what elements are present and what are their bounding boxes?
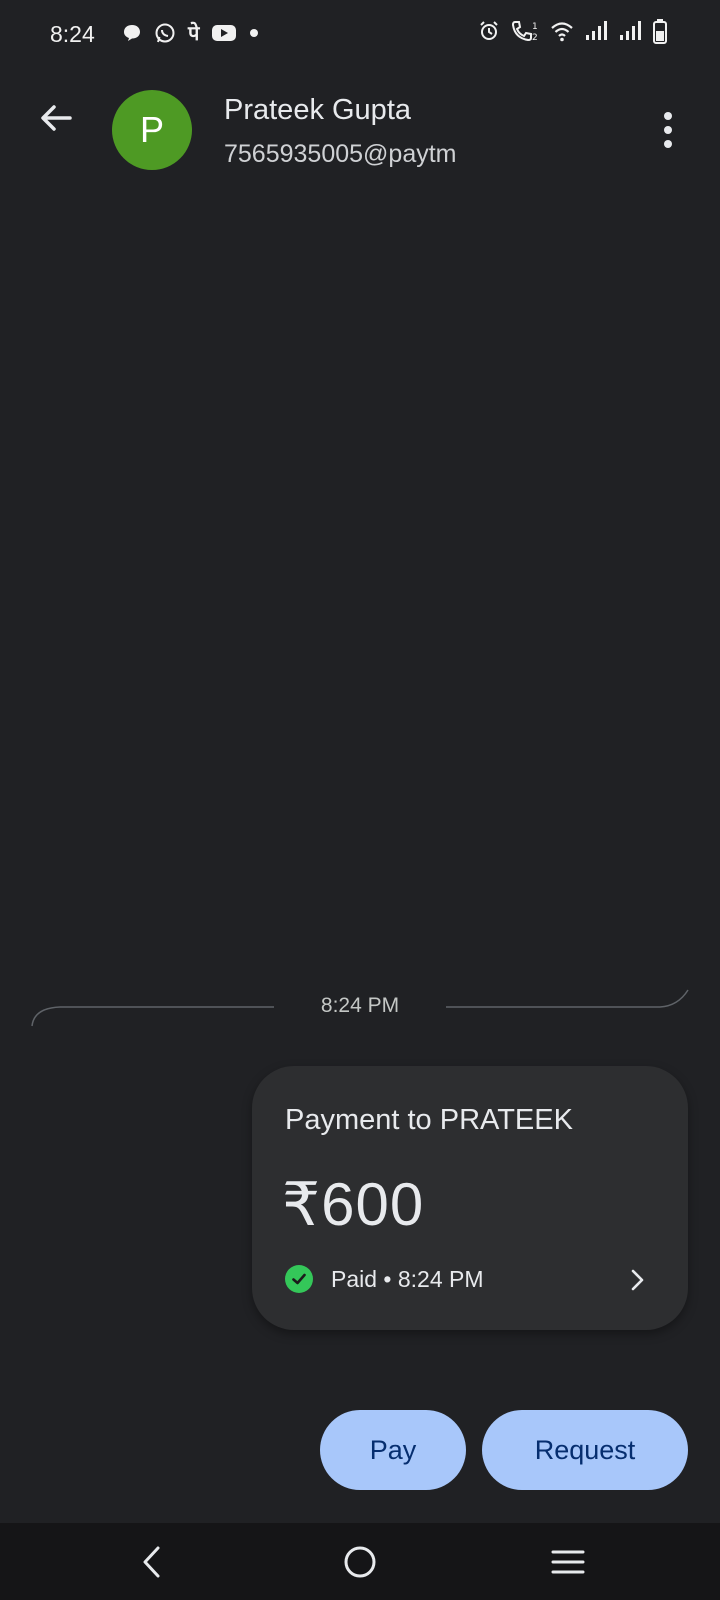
payment-card[interactable]: Payment to PRATEEK ₹600 Paid • 8:24 PM	[252, 1066, 688, 1330]
payment-title: Payment to PRATEEK	[285, 1104, 573, 1136]
payment-status: Paid • 8:24 PM	[285, 1265, 484, 1293]
request-button[interactable]: Request	[482, 1410, 688, 1490]
wifi-icon	[550, 20, 574, 42]
contact-name: Prateek Gupta	[224, 94, 411, 126]
system-navigation-bar	[0, 1523, 720, 1600]
back-nav-icon[interactable]	[122, 1537, 182, 1587]
chat-header: P Prateek Gupta 7565935005@paytm	[0, 66, 720, 196]
avatar[interactable]: P	[112, 90, 192, 170]
status-time: 8:24	[50, 21, 95, 47]
phonepe-icon: पे	[188, 21, 200, 45]
more-options-button[interactable]	[648, 102, 688, 158]
signal-sim1-icon	[584, 20, 608, 42]
home-nav-icon[interactable]	[330, 1537, 390, 1587]
chevron-right-icon[interactable]	[624, 1265, 650, 1295]
youtube-icon	[211, 23, 237, 43]
payment-status-text: Paid • 8:24 PM	[331, 1265, 484, 1292]
status-system-icons: 12	[478, 18, 668, 44]
divider-time-label: 8:24 PM	[320, 994, 400, 1017]
volte-call-icon: 12	[510, 19, 540, 43]
alarm-icon	[478, 20, 500, 42]
svg-text:2: 2	[532, 33, 538, 43]
status-bar: 8:24 पे 12	[0, 0, 720, 66]
date-time-divider: 8:24 PM	[30, 978, 690, 1028]
arrow-left-icon	[41, 105, 72, 131]
recents-nav-icon[interactable]	[538, 1537, 598, 1587]
more-vert-icon	[664, 112, 672, 120]
check-circle-icon	[285, 1265, 313, 1293]
back-button[interactable]	[28, 90, 84, 146]
whatsapp-icon	[154, 22, 176, 44]
notification-dot-icon	[249, 28, 259, 38]
payment-amount: ₹600	[282, 1171, 425, 1238]
signal-sim2-icon	[618, 20, 642, 42]
battery-icon	[652, 18, 668, 44]
contact-upi-id: 7565935005@paytm	[224, 140, 457, 168]
chat-bubble-icon	[122, 23, 142, 43]
svg-text:1: 1	[532, 22, 538, 32]
pay-button[interactable]: Pay	[320, 1410, 466, 1490]
status-notification-icons: पे	[122, 20, 259, 46]
